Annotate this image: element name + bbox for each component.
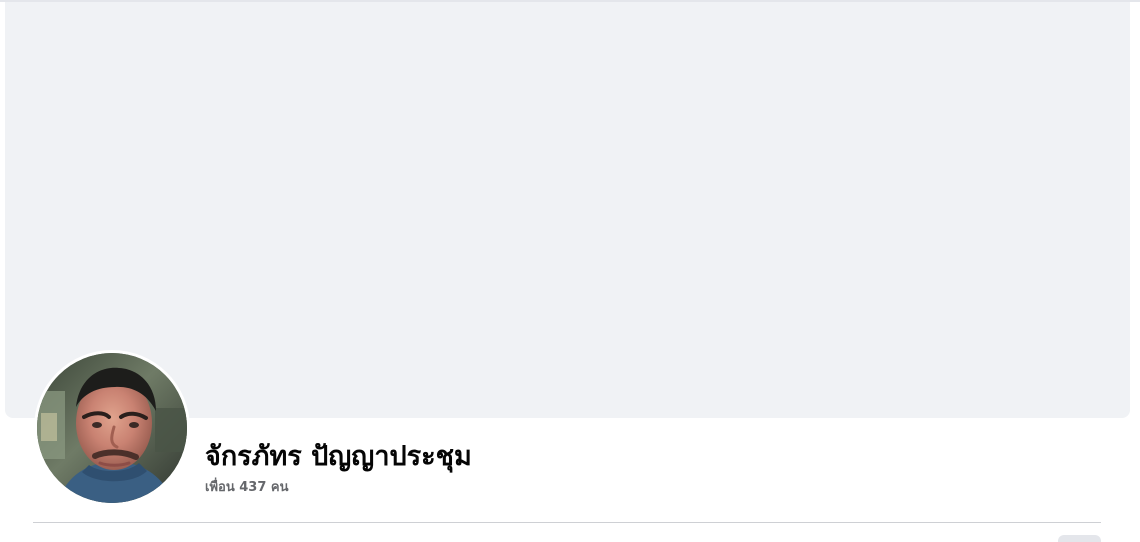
avatar-image xyxy=(37,353,187,503)
more-options-button[interactable] xyxy=(1058,535,1101,542)
profile-name: จักรภัทร ปัญญาประชุม xyxy=(205,441,472,472)
cover-photo[interactable] xyxy=(5,2,1130,418)
profile-page: จักรภัทร ปัญญาประชุม เพื่อน 437 คน xyxy=(0,0,1140,542)
friends-count[interactable]: เพื่อน 437 คน xyxy=(205,479,288,496)
profile-divider xyxy=(33,522,1101,523)
avatar[interactable] xyxy=(37,353,187,503)
